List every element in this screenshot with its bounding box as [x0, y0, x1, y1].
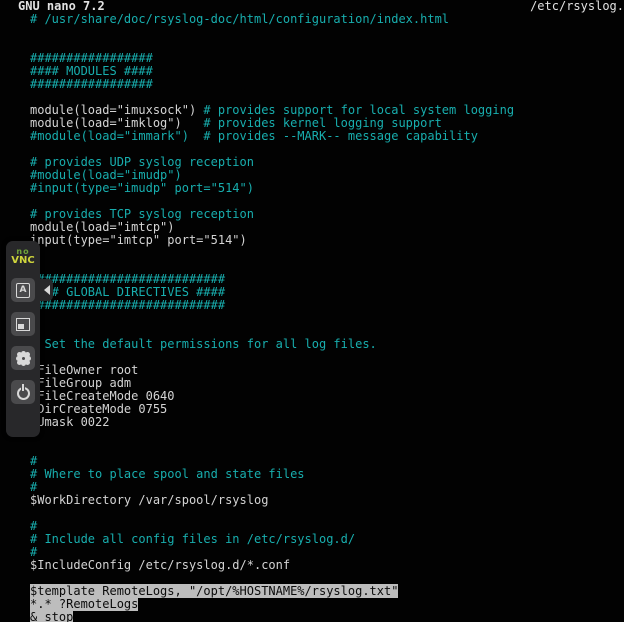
- config-directive: $FileOwner root: [30, 363, 138, 377]
- config-comment: # provides support for local system logg…: [203, 103, 514, 117]
- editor-line[interactable]: [30, 442, 624, 455]
- config-directive: $FileCreateMode 0640: [30, 389, 175, 403]
- editor-line[interactable]: [30, 247, 624, 260]
- power-icon: [17, 387, 30, 400]
- config-comment: # provides kernel logging support: [203, 116, 441, 130]
- editor-line[interactable]: [30, 312, 624, 325]
- collapse-left-icon: [44, 285, 50, 295]
- config-comment: #: [30, 545, 37, 559]
- fullscreen-icon: [16, 318, 30, 331]
- editor-line[interactable]: & stop: [30, 611, 624, 622]
- editor-line[interactable]: $IncludeConfig /etc/rsyslog.d/*.conf: [30, 559, 624, 572]
- editor-line[interactable]: #################: [30, 78, 624, 91]
- terminal[interactable]: GNU nano 7.2 /etc/rsyslog. # /usr/share/…: [0, 0, 624, 622]
- clipboard-icon: A: [16, 283, 30, 298]
- novnc-logo-bottom: VNC: [11, 256, 34, 266]
- editor-line[interactable]: input(type="imtcp" port="514"): [30, 234, 624, 247]
- editor-line[interactable]: #module(load="immark") # provides --MARK…: [30, 130, 624, 143]
- editor-line[interactable]: ###########################: [30, 299, 624, 312]
- editor-line[interactable]: [30, 429, 624, 442]
- config-comment: #################: [30, 77, 153, 91]
- editor-line[interactable]: # Set the default permissions for all lo…: [30, 338, 624, 351]
- config-comment: ###########################: [30, 272, 225, 286]
- config-comment: #input(type="imudp" port="514"): [30, 181, 254, 195]
- editor-line[interactable]: $WorkDirectory /var/spool/rsyslog: [30, 494, 624, 507]
- settings-icon: [19, 354, 28, 363]
- editor-line[interactable]: *.* ?RemoteLogs: [30, 598, 624, 611]
- power-button[interactable]: [11, 380, 35, 404]
- config-comment: #: [30, 454, 37, 468]
- config-directive: module(load="imtcp"): [30, 220, 175, 234]
- config-comment: #### MODULES ####: [30, 64, 153, 78]
- editor-line[interactable]: $Umask 0022: [30, 416, 624, 429]
- novnc-button-group: A: [11, 278, 35, 404]
- config-directive: input(type="imtcp" port="514"): [30, 233, 247, 247]
- config-comment: # Include all config files in /etc/rsysl…: [30, 532, 355, 546]
- editor-content[interactable]: # /usr/share/doc/rsyslog-doc/html/config…: [0, 13, 624, 622]
- config-comment: #### GLOBAL DIRECTIVES ####: [30, 285, 225, 299]
- editor-line[interactable]: [30, 507, 624, 520]
- vnc-screen: GNU nano 7.2 /etc/rsyslog. # /usr/share/…: [0, 0, 624, 622]
- novnc-control-bar: no VNC A: [6, 241, 40, 437]
- config-comment: # Where to place spool and state files: [30, 467, 305, 481]
- config-directive: $FileGroup adm: [30, 376, 131, 390]
- nano-file-path: /etc/rsyslog.: [530, 0, 624, 13]
- config-directive: $Umask 0022: [30, 415, 109, 429]
- config-comment: #: [30, 480, 37, 494]
- editor-line[interactable]: $DirCreateMode 0755: [30, 403, 624, 416]
- config-comment: #################: [30, 51, 153, 65]
- novnc-logo: no VNC: [11, 248, 34, 266]
- editor-line[interactable]: # Where to place spool and state files: [30, 468, 624, 481]
- editor-line[interactable]: [30, 26, 624, 39]
- config-directive: module(load="imuxsock"): [30, 103, 203, 117]
- config-comment: #: [30, 519, 37, 533]
- control-bar-handle[interactable]: [40, 279, 53, 301]
- config-comment: # Set the default permissions for all lo…: [30, 337, 377, 351]
- config-comment: # provides TCP syslog reception: [30, 207, 254, 221]
- config-comment: ###########################: [30, 298, 225, 312]
- settings-button[interactable]: [11, 346, 35, 370]
- editor-line[interactable]: #input(type="imudp" port="514"): [30, 182, 624, 195]
- editor-line[interactable]: # Include all config files in /etc/rsysl…: [30, 533, 624, 546]
- clipboard-button[interactable]: A: [11, 278, 35, 302]
- selected-text: & stop: [30, 610, 73, 622]
- selected-text: $template RemoteLogs, "/opt/%HOSTNAME%/r…: [30, 584, 398, 598]
- config-directive: module(load="imklog"): [30, 116, 203, 130]
- config-comment: #module(load="imudp"): [30, 168, 182, 182]
- editor-line[interactable]: # /usr/share/doc/rsyslog-doc/html/config…: [30, 13, 624, 26]
- fullscreen-button[interactable]: [11, 312, 35, 336]
- config-directive: $WorkDirectory /var/spool/rsyslog: [30, 493, 268, 507]
- config-directive: $IncludeConfig /etc/rsyslog.d/*.conf: [30, 558, 290, 572]
- config-comment: # /usr/share/doc/rsyslog-doc/html/config…: [30, 12, 449, 26]
- config-comment: #module(load="immark") # provides --MARK…: [30, 129, 478, 143]
- config-directive: $DirCreateMode 0755: [30, 402, 167, 416]
- selected-text: *.* ?RemoteLogs: [30, 597, 138, 611]
- config-comment: # provides UDP syslog reception: [30, 155, 254, 169]
